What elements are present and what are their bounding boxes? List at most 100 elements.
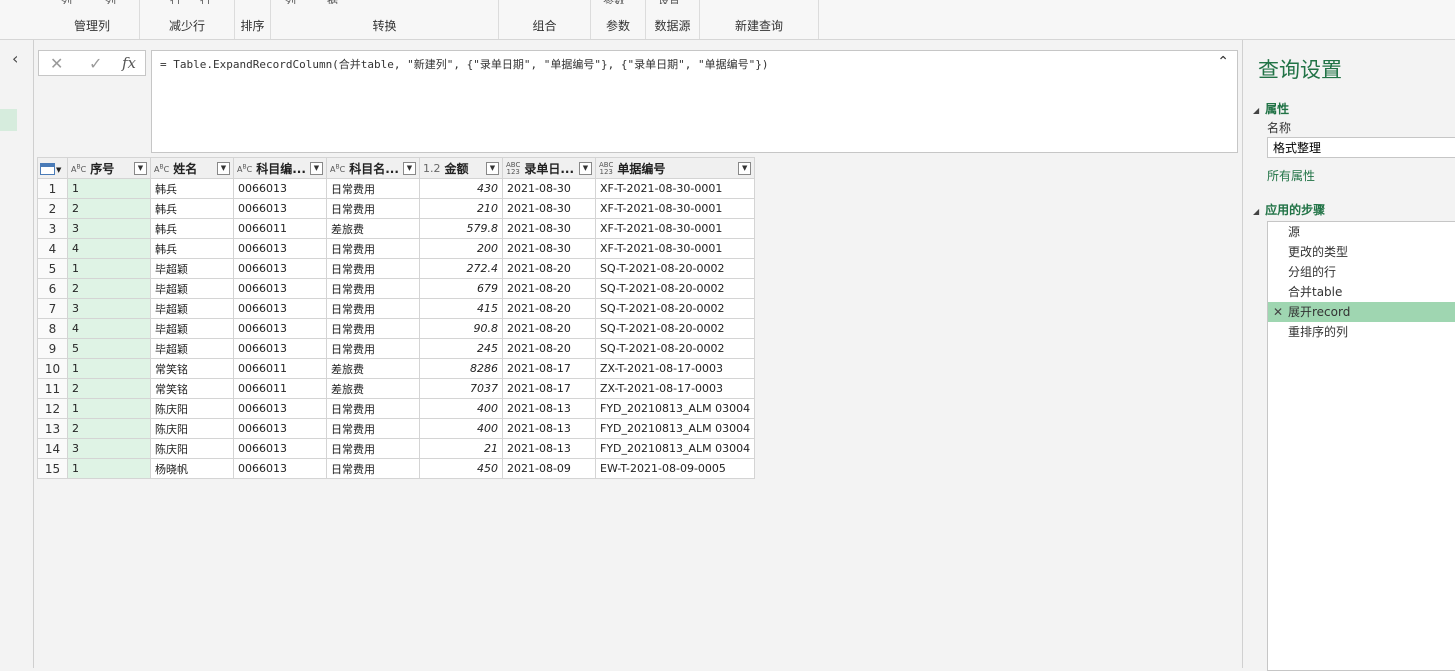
table-cell[interactable]: 2021-08-20	[502, 338, 596, 359]
table-cell[interactable]: 韩兵	[150, 238, 234, 259]
table-cell[interactable]: 日常费用	[326, 238, 420, 259]
table-cell[interactable]: 0066013	[233, 318, 327, 339]
table-cell[interactable]: 毕超颖	[150, 278, 234, 299]
table-cell[interactable]: 毕超颖	[150, 298, 234, 319]
table-cell[interactable]: 0066013	[233, 178, 327, 199]
table-cell[interactable]: 陈庆阳	[150, 398, 234, 419]
column-header-6[interactable]: ABC 123 录单日... ▼	[502, 157, 596, 179]
row-number[interactable]: 15	[37, 458, 68, 479]
column-header-3[interactable]: ABC 科目编... ▼	[233, 157, 327, 179]
row-number[interactable]: 1	[37, 178, 68, 199]
table-cell[interactable]: 日常费用	[326, 198, 420, 219]
table-cell[interactable]: 0066013	[233, 298, 327, 319]
table-cell[interactable]: 毕超颖	[150, 258, 234, 279]
table-cell[interactable]: 毕超颖	[150, 338, 234, 359]
formula-text[interactable]: = Table.ExpandRecordColumn(合并table, "新建列…	[160, 56, 768, 72]
table-cell[interactable]: 2021-08-20	[502, 318, 596, 339]
column-header-1[interactable]: ABC 序号 ▼	[67, 157, 151, 179]
filter-dropdown-icon[interactable]: ▼	[486, 162, 499, 175]
row-number[interactable]: 5	[37, 258, 68, 279]
data-type-icon[interactable]: ABC	[154, 163, 169, 176]
table-cell[interactable]: 0066013	[233, 238, 327, 259]
column-header-5[interactable]: 1.2 金额 ▼	[419, 157, 503, 179]
table-cell[interactable]: 0066013	[233, 198, 327, 219]
table-cell[interactable]: 常笑铭	[150, 358, 234, 379]
collapse-triangle-icon[interactable]: ◢	[1253, 106, 1259, 115]
table-cell[interactable]: 0066011	[233, 358, 327, 379]
cell-seq[interactable]: 2	[67, 198, 151, 219]
cell-seq[interactable]: 4	[67, 318, 151, 339]
table-cell[interactable]: 日常费用	[326, 278, 420, 299]
table-cell[interactable]: XF-T-2021-08-30-0001	[594, 238, 756, 259]
row-number[interactable]: 2	[37, 198, 68, 219]
cell-seq[interactable]: 3	[67, 218, 151, 239]
table-cell[interactable]: SQ-T-2021-08-20-0002	[594, 338, 756, 359]
row-number[interactable]: 11	[37, 378, 68, 399]
data-type-icon[interactable]: ABC	[71, 163, 86, 176]
table-cell[interactable]: 2021-08-30	[502, 178, 596, 199]
table-cell[interactable]: 2021-08-30	[502, 218, 596, 239]
collapse-chevron-icon[interactable]: ‹	[12, 49, 18, 68]
table-cell[interactable]: EW-T-2021-08-09-0005	[594, 458, 756, 479]
table-cell[interactable]: 2021-08-20	[502, 298, 596, 319]
cell-amount[interactable]: 200	[419, 238, 503, 259]
table-cell[interactable]: 2021-08-09	[502, 458, 596, 479]
table-cell[interactable]: 0066013	[233, 398, 327, 419]
cell-seq[interactable]: 1	[67, 258, 151, 279]
cell-seq[interactable]: 1	[67, 178, 151, 199]
applied-step[interactable]: ✕ 展开record	[1268, 302, 1455, 322]
table-cell[interactable]: 日常费用	[326, 418, 420, 439]
ribbon-button-label[interactable]: 行	[170, 0, 181, 4]
table-cell[interactable]: 韩兵	[150, 198, 234, 219]
applied-step[interactable]: 分组的行	[1268, 262, 1455, 282]
cell-seq[interactable]: 5	[67, 338, 151, 359]
ribbon-button-label[interactable]: 行	[200, 0, 211, 4]
fx-icon[interactable]: fx	[122, 54, 136, 72]
cancel-icon[interactable]: ✕	[50, 54, 63, 73]
data-type-icon[interactable]: ABC	[237, 163, 252, 176]
data-type-icon[interactable]: 1.2	[423, 163, 441, 175]
ribbon-button-label[interactable]: 设置	[658, 0, 680, 4]
filter-dropdown-icon[interactable]: ▼	[217, 162, 230, 175]
table-cell[interactable]: 2021-08-13	[502, 418, 596, 439]
table-cell[interactable]: ZX-T-2021-08-17-0003	[594, 358, 756, 379]
cell-amount[interactable]: 90.8	[419, 318, 503, 339]
cell-seq[interactable]: 2	[67, 278, 151, 299]
table-cell[interactable]: XF-T-2021-08-30-0001	[594, 218, 756, 239]
filter-dropdown-icon[interactable]: ▼	[738, 162, 752, 175]
cell-seq[interactable]: 1	[67, 358, 151, 379]
applied-step[interactable]: 重排序的列	[1268, 322, 1455, 342]
table-cell[interactable]: 毕超颖	[150, 318, 234, 339]
table-cell[interactable]: 日常费用	[326, 458, 420, 479]
cell-amount[interactable]: 579.8	[419, 218, 503, 239]
table-cell[interactable]: XF-T-2021-08-30-0001	[594, 178, 756, 199]
table-menu-button[interactable]: ▼	[37, 157, 68, 179]
table-cell[interactable]: FYD_20210813_ALM 03004	[594, 438, 756, 459]
column-header-7[interactable]: ABC 123 单据编号 ▼	[594, 157, 756, 179]
data-type-icon[interactable]: ABC	[330, 163, 345, 176]
cell-amount[interactable]: 400	[419, 398, 503, 419]
table-cell[interactable]: 日常费用	[326, 258, 420, 279]
table-cell[interactable]: FYD_20210813_ALM 03004	[594, 418, 756, 439]
table-cell[interactable]: FYD_20210813_ALM 03004	[594, 398, 756, 419]
table-cell[interactable]: 日常费用	[326, 338, 420, 359]
cell-amount[interactable]: 272.4	[419, 258, 503, 279]
collapse-triangle-icon[interactable]: ◢	[1253, 207, 1259, 216]
table-cell[interactable]: 0066013	[233, 418, 327, 439]
row-number[interactable]: 7	[37, 298, 68, 319]
table-cell[interactable]: 2021-08-20	[502, 258, 596, 279]
ribbon-button-label[interactable]: 列	[61, 0, 72, 4]
cell-amount[interactable]: 450	[419, 458, 503, 479]
cell-amount[interactable]: 245	[419, 338, 503, 359]
cell-amount[interactable]: 8286	[419, 358, 503, 379]
table-cell[interactable]: 0066013	[233, 258, 327, 279]
cell-amount[interactable]: 400	[419, 418, 503, 439]
applied-step[interactable]: 源	[1268, 222, 1455, 242]
data-type-icon[interactable]: ABC 123	[599, 161, 613, 177]
table-cell[interactable]: SQ-T-2021-08-20-0002	[594, 258, 756, 279]
ribbon-button-label[interactable]: 列	[285, 0, 296, 4]
properties-section[interactable]: ◢ 属性	[1253, 100, 1289, 117]
filter-dropdown-icon[interactable]: ▼	[403, 162, 416, 175]
column-header-2[interactable]: ABC 姓名 ▼	[150, 157, 234, 179]
applied-step[interactable]: 合并table	[1268, 282, 1455, 302]
